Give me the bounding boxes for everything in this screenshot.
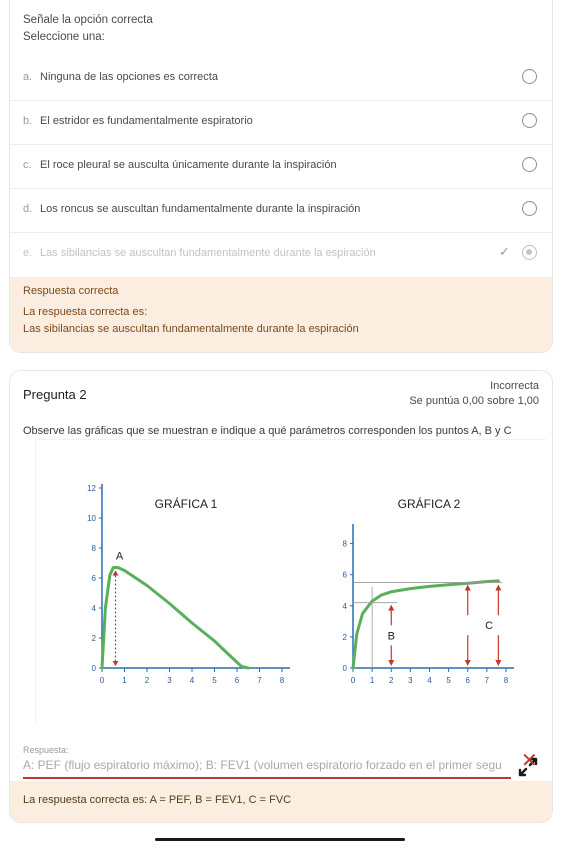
x-tick-label: 2 [145, 676, 150, 685]
pef-arrow-up [112, 570, 119, 576]
feedback-intro: La respuesta correcta es: [23, 306, 148, 318]
feedback-result: Respuesta correcta [23, 285, 119, 297]
option-d[interactable]: d. Los roncus se auscultan fundamentalme… [10, 189, 552, 233]
x-tick-label: 4 [190, 676, 195, 685]
option-text: El estridor es fundamentalmente espirato… [40, 115, 253, 127]
option-text: Los roncus se auscultan fundamentalmente… [40, 203, 361, 215]
option-letter: b. [23, 115, 33, 127]
x-tick-label: 3 [167, 676, 172, 685]
pef-arrow-down [112, 661, 119, 666]
correct-answer-panel: La respuesta correcta es: A = PEF, B = F… [10, 781, 552, 822]
x-tick-label: 2 [389, 676, 394, 685]
option-letter: d. [23, 203, 33, 215]
answer-field[interactable]: A: PEF (flujo espiratorio máximo); B: FE… [23, 757, 511, 779]
point-c-label: C [485, 620, 493, 632]
question-2-status: Incorrecta [490, 380, 539, 392]
series-line [351, 579, 500, 670]
x-tick-label: 7 [257, 676, 262, 685]
question-1-instruction: Señale la opción correcta [23, 14, 153, 26]
fvc-arrow-1-head-down [464, 660, 471, 666]
y-tick-label: 2 [343, 633, 348, 642]
option-a[interactable]: a. Ninguna de las opciones es correcta [10, 57, 552, 101]
x-tick-label: 7 [485, 676, 490, 685]
option-text: Las sibilancias se auscultan fundamental… [40, 247, 376, 259]
y-tick-label: 6 [92, 574, 97, 583]
answer-label: Respuesta: [23, 745, 69, 755]
radio-button[interactable] [522, 113, 537, 128]
fvc-arrow-2-head-up [495, 584, 502, 591]
x-tick-label: 1 [122, 676, 127, 685]
y-tick-label: 0 [343, 664, 348, 673]
y-tick-label: 2 [92, 634, 97, 643]
y-tick-label: 8 [92, 544, 97, 553]
option-letter: c. [23, 159, 32, 171]
question-2-score: Se puntúa 0,00 sobre 1,00 [409, 395, 539, 407]
option-c[interactable]: c. El roce pleural se ausculta únicament… [10, 145, 552, 189]
y-tick-label: 12 [87, 484, 96, 493]
x-tick-label: 6 [466, 676, 471, 685]
y-tick-label: 4 [92, 604, 97, 613]
y-tick-label: 6 [343, 571, 348, 580]
x-tick-label: 4 [427, 676, 432, 685]
x-tick-label: 5 [212, 676, 217, 685]
x-tick-label: 0 [100, 676, 105, 685]
option-b[interactable]: b. El estridor es fundamentalmente espir… [10, 101, 552, 145]
y-tick-label: 8 [343, 540, 348, 549]
x-tick-label: 6 [235, 676, 240, 685]
x-tick-label: 8 [504, 676, 509, 685]
chart-title: GRÁFICA 2 [398, 496, 461, 511]
spirometry-charts: GRÁFICA 10 1 2 3 4 5 6 7 8024681012AGRÁFICA 20 1 2… [87, 484, 514, 685]
question-2-card: Pregunta 2 Incorrecta Se puntúa 0,00 sob… [9, 370, 553, 823]
incorrect-icon: ✕ [521, 750, 538, 772]
fvc-arrow-2-head-down [495, 660, 502, 666]
fev1-arrow-head-up [388, 604, 395, 611]
radio-button[interactable] [522, 157, 537, 172]
x-tick-label: 8 [280, 676, 285, 685]
option-e[interactable]: e. Las sibilancias se auscultan fundamen… [10, 233, 552, 277]
point-a-label: A [116, 551, 124, 563]
feedback-answer: Las sibilancias se auscultan fundamental… [23, 323, 359, 335]
x-tick-label: 0 [351, 676, 356, 685]
option-letter: e. [23, 247, 33, 259]
checkmark-icon: ✓ [499, 244, 510, 259]
series-line [100, 566, 250, 670]
question-2-title: Pregunta 2 [23, 387, 87, 402]
x-tick-label: 1 [370, 676, 375, 685]
radio-button[interactable] [522, 201, 537, 216]
option-text: Ninguna de las opciones es correcta [40, 71, 218, 83]
point-b-label: B [388, 630, 395, 642]
fev1-arrow-head-down [388, 660, 395, 666]
select-one-label: Seleccione una: [23, 31, 105, 43]
x-tick-label: 3 [408, 676, 413, 685]
spirometry-figure[interactable]: GRÁFICA 1 0 1 2 3 4 5 6 7 8 0 2 4 6 8 10 12 A GRÁFICA 2012… [35, 439, 546, 777]
feedback-panel: Respuesta correcta La respuesta correcta… [10, 277, 552, 352]
y-tick-label: 0 [92, 664, 97, 673]
option-text: El roce pleural se ausculta únicamente d… [40, 159, 337, 171]
option-letter: a. [23, 71, 33, 83]
question-1-card: Señale la opción correcta Seleccione una… [9, 0, 553, 353]
correct-answer-text: La respuesta correcta es: A = PEF, B = F… [23, 794, 292, 806]
home-indicator[interactable] [155, 838, 405, 841]
fvc-arrow-1-head-up [464, 584, 471, 591]
chart-title: GRÁFICA 1 [155, 496, 218, 511]
radio-button[interactable] [522, 69, 537, 84]
x-tick-label: 5 [446, 676, 451, 685]
question-2-text: Observe las gráficas que se muestran e i… [23, 425, 512, 437]
y-tick-label: 4 [343, 602, 348, 611]
radio-button-selected[interactable] [522, 245, 537, 260]
y-tick-label: 10 [87, 514, 96, 523]
